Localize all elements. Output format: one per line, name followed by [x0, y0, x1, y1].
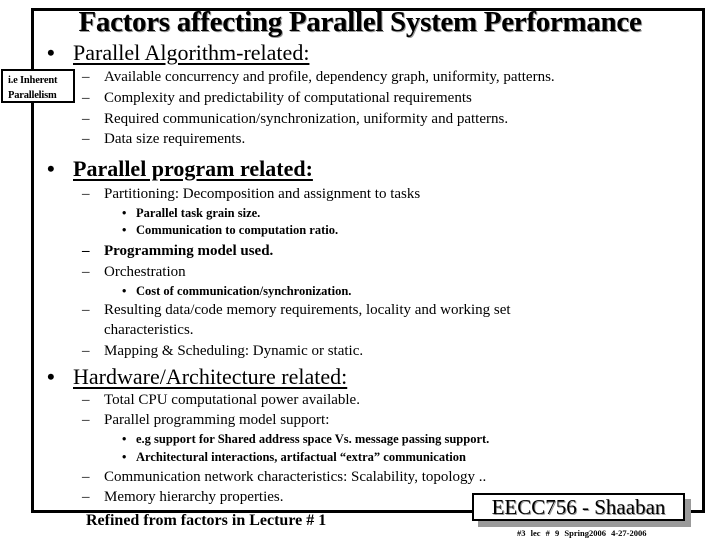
dash-icon: –: [82, 243, 90, 259]
dash-icon: –: [82, 489, 90, 505]
list-item: – Mapping & Scheduling: Dynamic or static…: [82, 343, 364, 360]
bullet-icon: •: [122, 284, 127, 298]
list-item: – Required communication/synchronization,…: [82, 111, 509, 128]
slide-meta: #3 lec # 9 Spring2006 4-27-2006: [517, 528, 647, 538]
sub-list-item-text: e.g support for Shared address space Vs.…: [136, 432, 490, 446]
list-item-text: Data size requirements.: [104, 131, 246, 147]
section-heading-algorithm: • Parallel Algorithm-related:: [47, 40, 310, 66]
sub-list-item-text: Architectural interactions, artifactual …: [136, 450, 466, 464]
section-heading-hardware: • Hardware/Architecture related:: [47, 364, 348, 390]
list-item-text: Orchestration: [104, 264, 186, 280]
sub-list-item: • Architectural interactions, artifactual…: [122, 450, 466, 465]
dash-icon: –: [82, 264, 90, 280]
dash-icon: –: [82, 302, 90, 318]
bullet-icon: •: [47, 156, 55, 181]
sub-list-item: • Communication to computation ratio.: [122, 223, 339, 238]
dash-icon: –: [82, 412, 90, 428]
side-note-line-2: Parallelism: [8, 90, 57, 101]
sub-list-item: • Parallel task grain size.: [122, 206, 261, 221]
bullet-icon: •: [122, 223, 127, 237]
list-item-text: Resulting data/code memory requirements,…: [104, 302, 511, 318]
dash-icon: –: [82, 392, 90, 408]
sub-list-item: • e.g support for Shared address space Vs…: [122, 432, 490, 447]
list-item-text: Complexity and predictability of computa…: [104, 90, 472, 106]
side-note-box: i.e Inherent Parallelism: [1, 69, 75, 103]
section-heading-text: Hardware/Architecture related:: [73, 364, 348, 389]
side-note-line-1: i.e Inherent: [8, 75, 58, 86]
list-item: – Complexity and predictability of comput…: [82, 90, 472, 107]
list-item-text: Available concurrency and profile, depen…: [104, 69, 555, 85]
list-item-text: Memory hierarchy properties.: [104, 489, 284, 505]
bullet-icon: •: [122, 450, 127, 464]
sub-list-item: • Cost of communication/synchronization.: [122, 284, 352, 299]
list-item: – Total CPU computational power available…: [82, 392, 360, 409]
bullet-icon: •: [122, 432, 127, 446]
list-item: – Programming model used.: [82, 243, 274, 260]
section-heading-text: Parallel program related:: [73, 156, 313, 181]
dash-icon: –: [82, 69, 90, 85]
bullet-icon: •: [122, 206, 127, 220]
list-item-text: Programming model used.: [104, 243, 274, 259]
list-item: – Parallel programming model support:: [82, 412, 330, 429]
bullet-icon: •: [47, 40, 55, 65]
list-item: – Orchestration: [82, 264, 186, 281]
section-heading-program: • Parallel program related:: [47, 156, 313, 182]
list-item-text: Partitioning: Decomposition and assignme…: [104, 186, 421, 202]
slide-title: Factors affecting Parallel System Perfor…: [78, 6, 642, 38]
list-item-text: Communication network characteristics: S…: [104, 469, 487, 485]
list-item: – Available concurrency and profile, depe…: [82, 69, 555, 86]
section-heading-text: Parallel Algorithm-related:: [73, 40, 310, 65]
dash-icon: –: [82, 90, 90, 106]
list-item-continuation: characteristics.: [104, 322, 194, 338]
dash-icon: –: [82, 111, 90, 127]
list-item-text: Total CPU computational power available.: [104, 392, 360, 408]
dash-icon: –: [82, 186, 90, 202]
sub-list-item-text: Cost of communication/synchronization.: [136, 284, 352, 298]
footer-note: Refined from factors in Lecture # 1: [86, 512, 327, 529]
list-item: – Memory hierarchy properties.: [82, 489, 284, 506]
list-item-text: Required communication/synchronization, …: [104, 111, 509, 127]
dash-icon: –: [82, 343, 90, 359]
list-item-text: Mapping & Scheduling: Dynamic or static.: [104, 343, 364, 359]
dash-icon: –: [82, 131, 90, 147]
list-item: – Communication network characteristics: …: [82, 469, 487, 486]
sub-list-item-text: Communication to computation ratio.: [136, 223, 339, 237]
bullet-icon: •: [47, 364, 55, 389]
list-item-text: Parallel programming model support:: [104, 412, 330, 428]
dash-icon: –: [82, 469, 90, 485]
list-item: – Partitioning: Decomposition and assignm…: [82, 186, 421, 203]
sub-list-item-text: Parallel task grain size.: [136, 206, 261, 220]
list-item: – Resulting data/code memory requirements…: [82, 302, 511, 319]
course-badge: EECC756 - Shaaban: [472, 493, 685, 521]
list-item: – Data size requirements.: [82, 131, 246, 148]
